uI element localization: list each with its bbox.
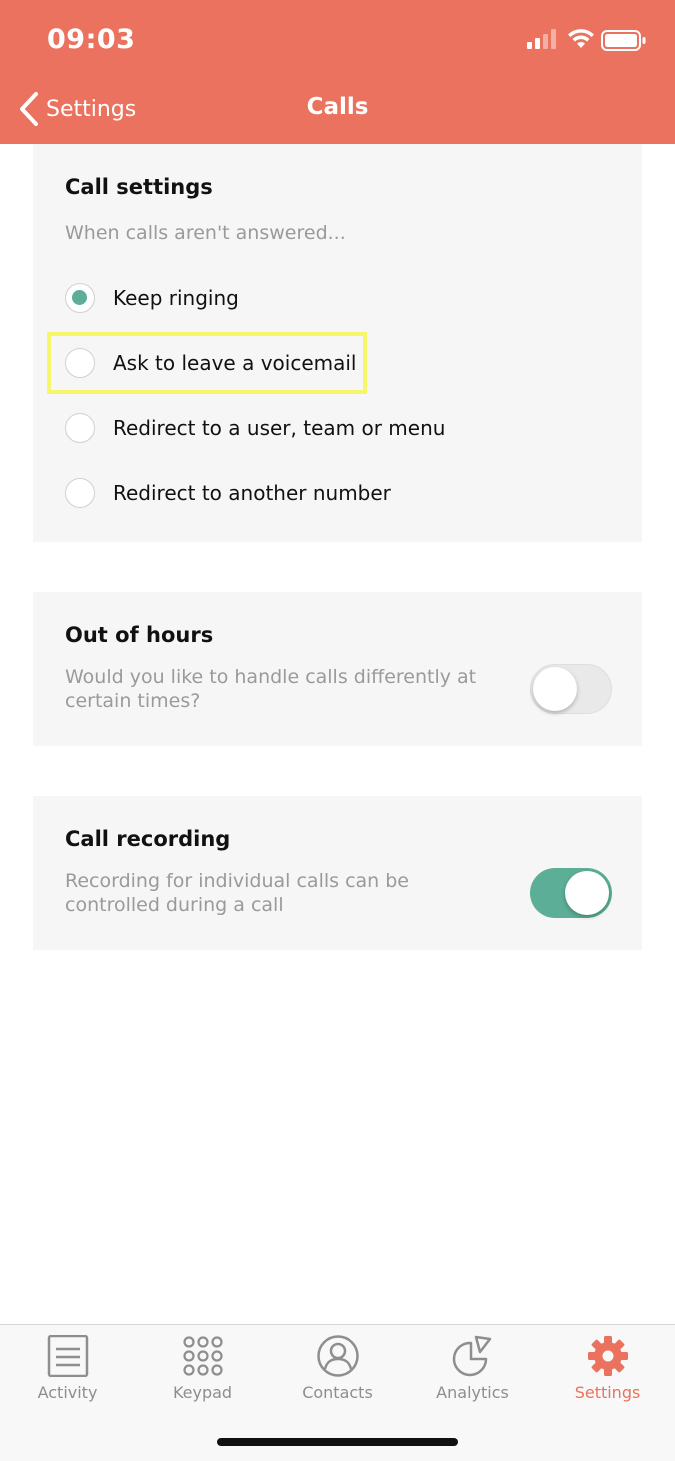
out-of-hours-description-line2: certain times? <box>65 690 201 712</box>
call-recording-title: Call recording <box>65 827 231 851</box>
option-redirect-user[interactable]: Redirect to a user, team or menu <box>65 411 445 445</box>
tab-label: Contacts <box>302 1383 373 1402</box>
wifi-icon <box>568 29 594 48</box>
cellular-signal-icon <box>527 29 556 49</box>
call-settings-subtitle: When calls aren't answered... <box>65 222 346 244</box>
status-time: 09:03 <box>47 24 136 55</box>
option-label: Keep ringing <box>113 286 239 310</box>
call-recording-description-line1: Recording for individual calls can be <box>65 870 409 892</box>
tab-analytics[interactable]: Analytics <box>405 1325 540 1415</box>
tab-label: Analytics <box>436 1383 509 1402</box>
tab-activity[interactable]: Activity <box>0 1325 135 1415</box>
tab-label: Keypad <box>172 1383 233 1402</box>
option-label: Redirect to a user, team or menu <box>113 416 446 440</box>
call-recording-description-line2: controlled during a call <box>65 894 284 916</box>
call-settings-card: Call settings When calls aren't answered… <box>33 144 642 542</box>
tab-keypad[interactable]: Keypad <box>135 1325 270 1415</box>
call-settings-title: Call settings <box>65 175 213 199</box>
header: 09:03 Settings Calls <box>0 0 675 144</box>
out-of-hours-toggle[interactable] <box>530 664 612 714</box>
toggle-knob <box>565 871 609 915</box>
radio-button[interactable] <box>65 283 95 313</box>
activity-icon <box>47 1335 89 1377</box>
analytics-icon <box>452 1335 492 1377</box>
status-icons <box>527 28 647 52</box>
toggle-knob <box>533 667 577 711</box>
gear-icon <box>588 1336 628 1376</box>
radio-button[interactable] <box>65 413 95 443</box>
contacts-icon <box>317 1335 359 1377</box>
tab-contacts[interactable]: Contacts <box>270 1325 405 1415</box>
radio-button[interactable] <box>65 348 95 378</box>
keypad-icon <box>183 1336 223 1376</box>
option-redirect-number[interactable]: Redirect to another number <box>65 476 391 510</box>
option-keep-ringing[interactable]: Keep ringing <box>65 281 239 315</box>
tab-label: Activity <box>37 1383 98 1402</box>
battery-icon <box>601 30 646 51</box>
call-recording-toggle[interactable] <box>530 868 612 918</box>
out-of-hours-card: Out of hours Would you like to handle ca… <box>33 592 642 746</box>
option-label: Redirect to another number <box>113 481 391 505</box>
page-title: Calls <box>306 94 369 120</box>
out-of-hours-title: Out of hours <box>65 623 214 647</box>
call-recording-card: Call recording Recording for individual … <box>33 796 642 950</box>
tab-settings[interactable]: Settings <box>540 1325 675 1415</box>
option-ask-voicemail[interactable]: Ask to leave a voicemail <box>65 346 357 380</box>
out-of-hours-description-line1: Would you like to handle calls different… <box>65 666 477 688</box>
option-label: Ask to leave a voicemail <box>113 351 357 375</box>
home-indicator <box>217 1438 458 1446</box>
tab-label: Settings <box>574 1383 641 1402</box>
radio-button[interactable] <box>65 478 95 508</box>
